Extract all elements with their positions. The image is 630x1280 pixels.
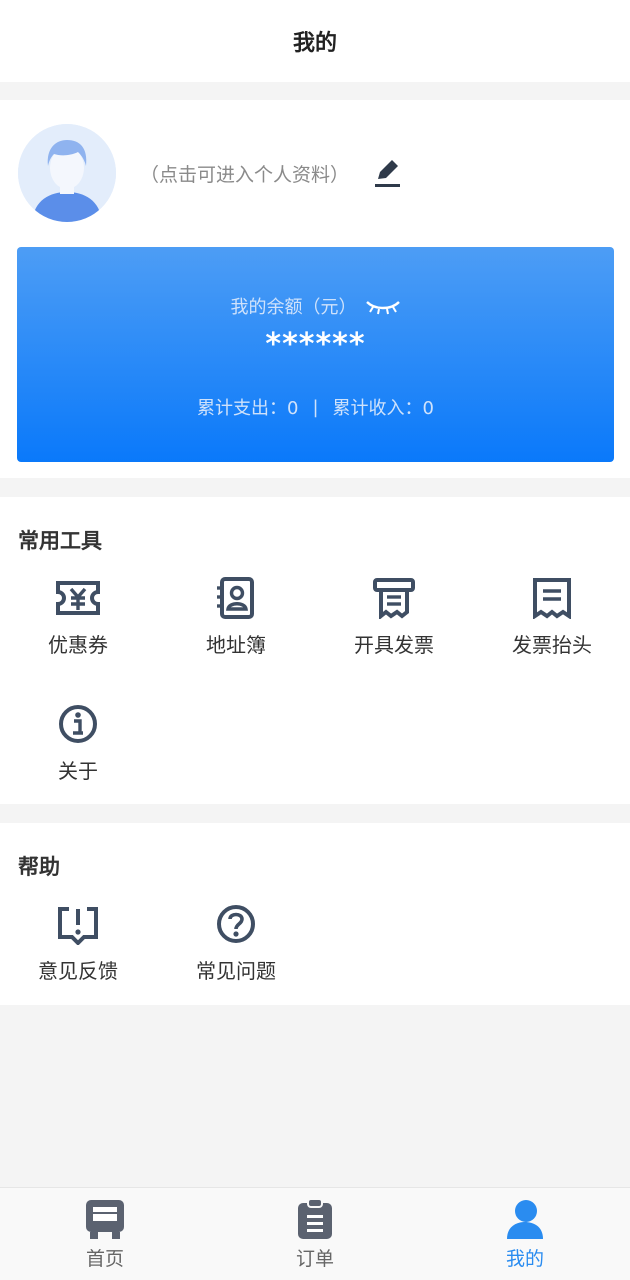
tool-coupon[interactable]: 优惠券 xyxy=(8,577,148,658)
avatar[interactable] xyxy=(18,124,116,222)
issue-invoice-icon xyxy=(373,578,415,619)
tab-orders[interactable]: 订单 xyxy=(245,1198,385,1271)
home-icon xyxy=(86,1200,124,1239)
tool-label: 发票抬头 xyxy=(512,633,592,657)
total-expense: 累计支出：0 xyxy=(197,398,299,419)
tool-issue-invoice[interactable]: 开具发票 xyxy=(324,577,464,658)
profile-icon xyxy=(507,1200,543,1239)
edit-icon[interactable] xyxy=(372,156,402,188)
stat-divider: | xyxy=(312,396,319,418)
tool-label: 常见问题 xyxy=(196,959,276,983)
page-title: 我的 xyxy=(292,31,337,56)
tab-label: 首页 xyxy=(85,1248,124,1270)
tab-home[interactable]: 首页 xyxy=(35,1198,175,1271)
tab-label: 我的 xyxy=(505,1248,544,1270)
balance-value: ****** xyxy=(265,327,366,362)
tool-label: 意见反馈 xyxy=(38,959,118,983)
top-bar: 我的 xyxy=(0,0,630,82)
feedback-icon xyxy=(58,907,98,945)
balance-card[interactable]: 我的余额（元） ****** 累计支出：0 | 累计收入：0 xyxy=(17,247,614,462)
question-icon xyxy=(217,905,255,943)
address-book-icon xyxy=(217,577,254,619)
tool-label: 地址簿 xyxy=(206,633,266,657)
bottom-tab-bar: 首页 订单 我的 xyxy=(0,1187,630,1280)
balance-label: 我的余额（元） xyxy=(230,297,357,318)
eye-closed-icon[interactable] xyxy=(365,297,401,315)
tool-invoice-header[interactable]: 发票抬头 xyxy=(482,577,622,658)
tab-label: 订单 xyxy=(295,1248,334,1270)
info-icon xyxy=(59,705,97,743)
orders-icon xyxy=(298,1198,332,1239)
coupon-icon xyxy=(56,581,100,615)
total-income: 累计收入：0 xyxy=(332,398,434,419)
profile-hint[interactable]: （点击可进入个人资料） xyxy=(140,160,349,187)
tool-label: 优惠券 xyxy=(48,633,108,657)
invoice-header-icon xyxy=(533,578,571,619)
profile-section: （点击可进入个人资料） 我的余额（元） ****** 累计支出：0 | 累计收入… xyxy=(0,100,630,478)
tool-about[interactable]: 关于 xyxy=(8,703,148,784)
help-title: 帮助 xyxy=(18,855,60,879)
tools-title: 常用工具 xyxy=(18,529,102,553)
tool-address-book[interactable]: 地址簿 xyxy=(166,577,306,658)
help-faq[interactable]: 常见问题 xyxy=(166,903,306,984)
help-feedback[interactable]: 意见反馈 xyxy=(8,903,148,984)
tab-profile[interactable]: 我的 xyxy=(455,1198,595,1271)
tool-label: 开具发票 xyxy=(354,633,434,657)
tool-label: 关于 xyxy=(58,759,98,783)
common-tools-section: 常用工具 优惠券 地址簿 开具发票 发票抬头 关于 xyxy=(0,497,630,804)
help-section: 帮助 意见反馈 常见问题 xyxy=(0,823,630,1005)
